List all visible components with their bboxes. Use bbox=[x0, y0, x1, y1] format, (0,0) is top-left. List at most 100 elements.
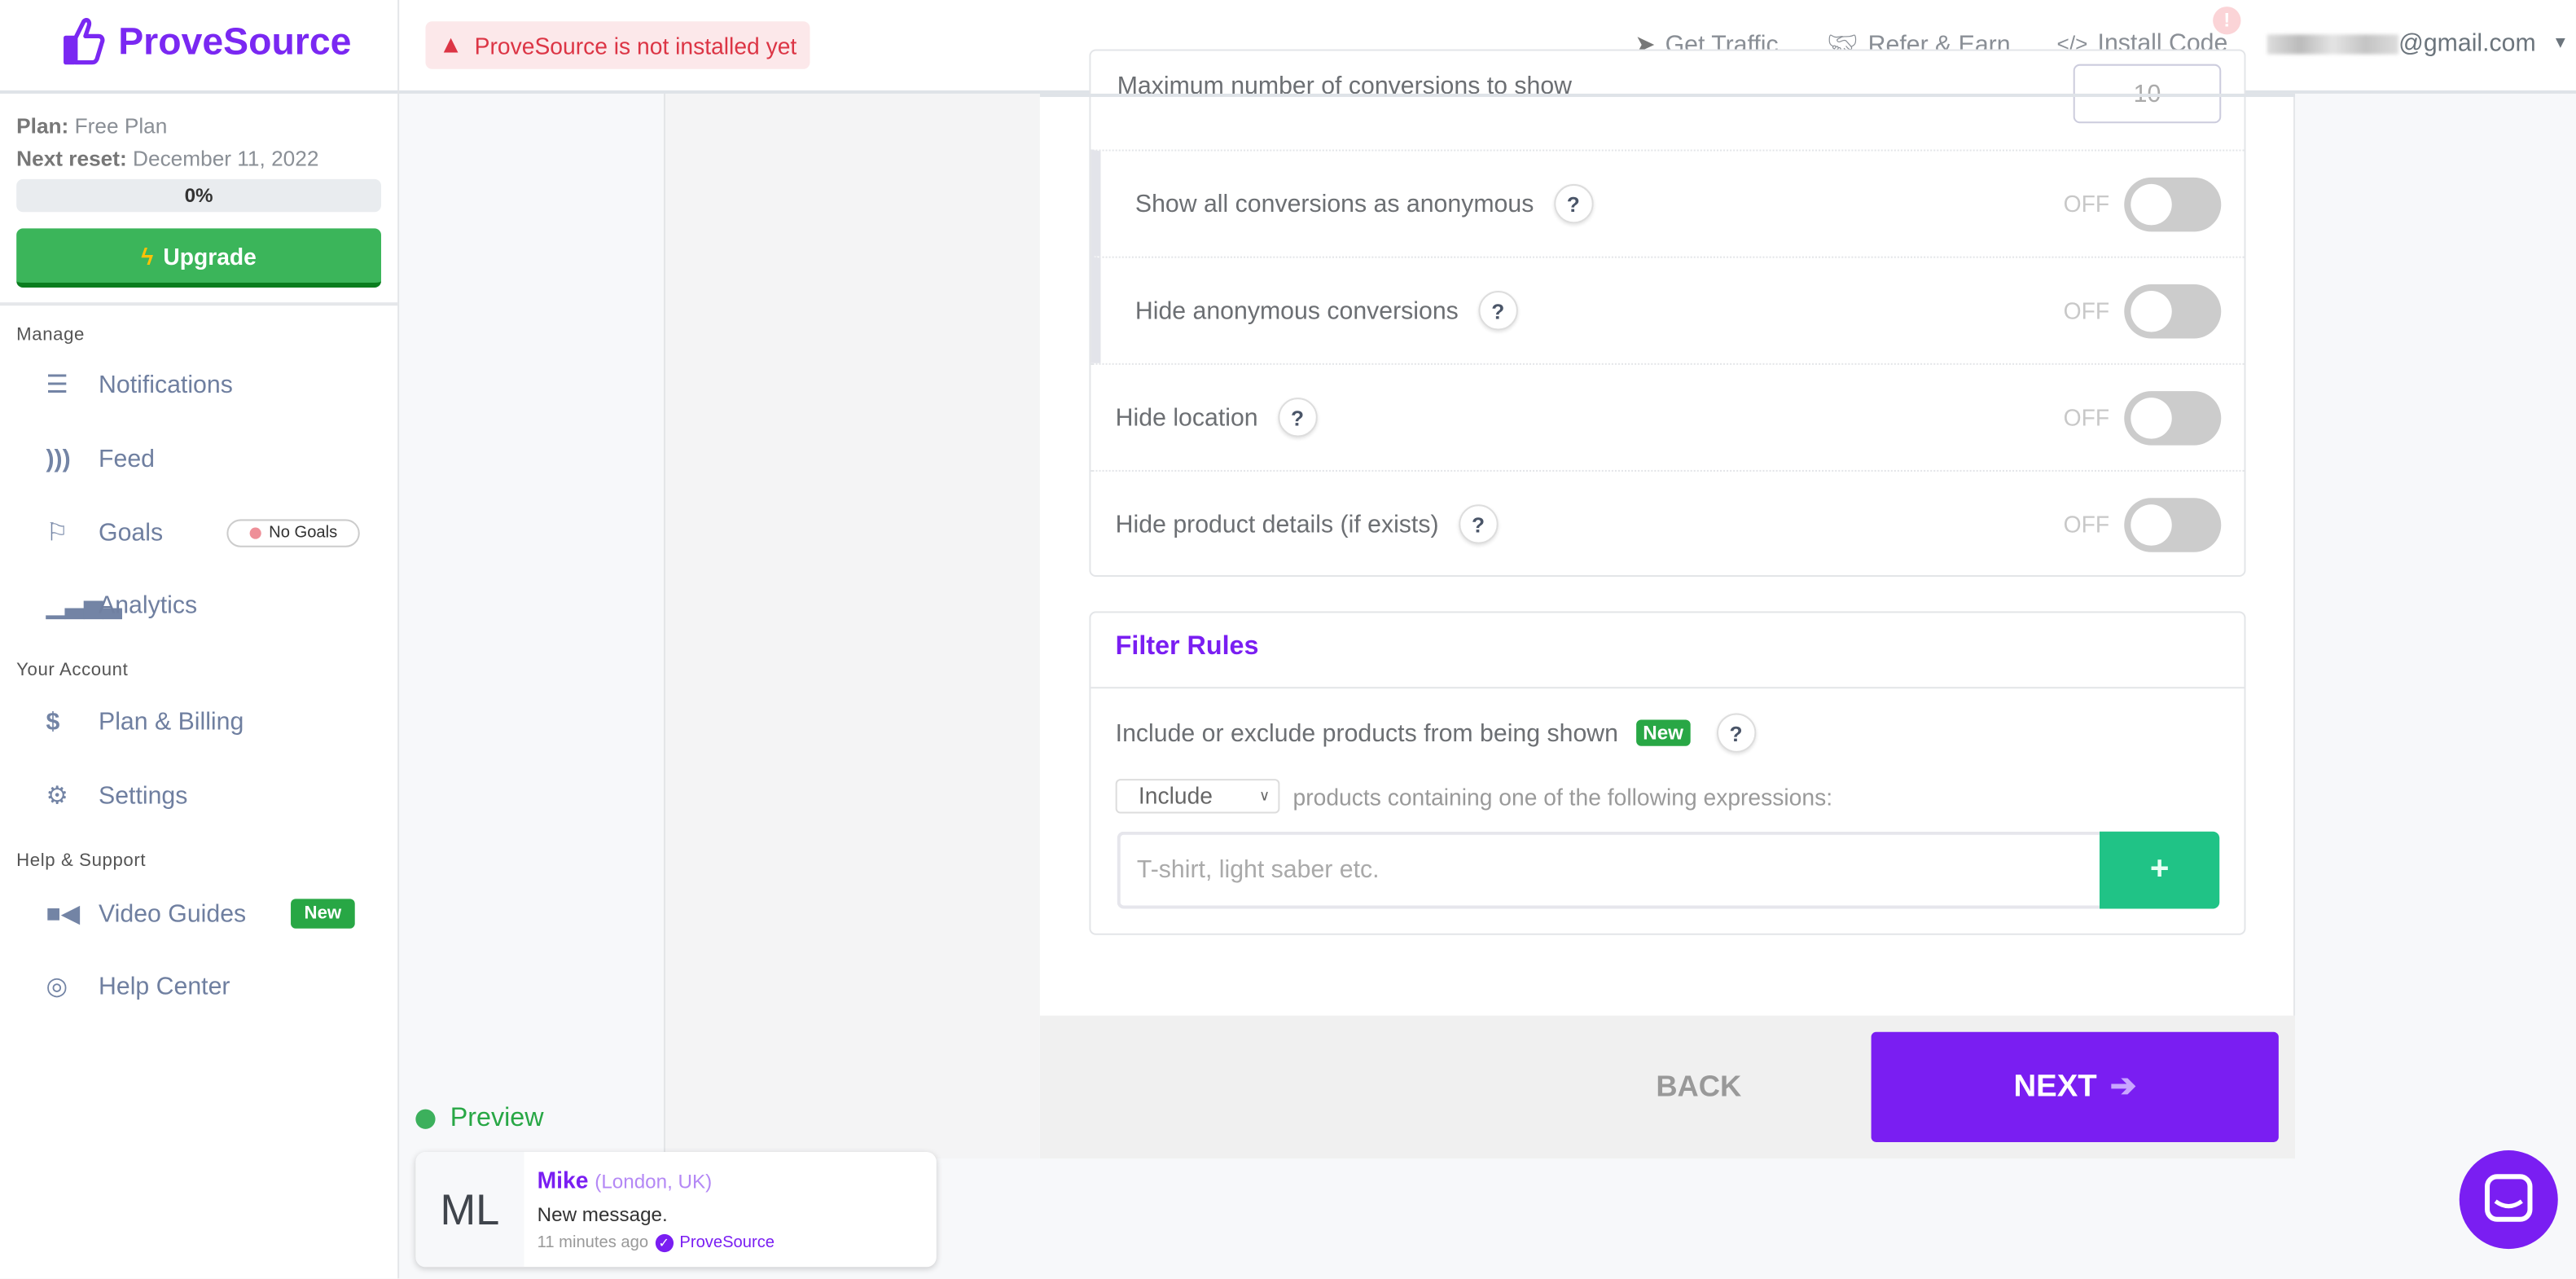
filter-description-row: Include or exclude products from being s… bbox=[1115, 713, 1756, 753]
item-label: Analytics bbox=[99, 591, 198, 619]
status-dot bbox=[248, 527, 261, 539]
select-value: Include bbox=[1138, 782, 1213, 809]
anonymous-toggle[interactable] bbox=[2124, 176, 2222, 231]
dollar-icon: $ bbox=[46, 707, 60, 736]
sidebar-item-goals[interactable]: ⚐ Goals No Goals bbox=[46, 508, 374, 557]
header-divider bbox=[397, 0, 400, 94]
toggle-row: Hide product details (if exists)? OFF bbox=[1091, 469, 2245, 577]
sidebar-item-feed[interactable]: ))) Feed bbox=[46, 434, 374, 484]
list-icon: ☰ bbox=[46, 371, 68, 400]
filter-description: Include or exclude products from being s… bbox=[1115, 719, 1618, 747]
header-shadow bbox=[1039, 93, 2296, 98]
toggle-state: OFF bbox=[2063, 190, 2110, 218]
sidebar-item-plan-billing[interactable]: $ Plan & Billing bbox=[46, 697, 374, 746]
verified-check-icon: ✓ bbox=[655, 1233, 674, 1253]
preview-label: Preview bbox=[415, 1104, 544, 1134]
add-expression-button[interactable]: + bbox=[2099, 831, 2220, 909]
sidebar-item-analytics[interactable]: ▁▃▅▃ Analytics bbox=[46, 580, 374, 630]
hide-location-toggle[interactable] bbox=[2124, 390, 2222, 445]
reset-info: Next reset: December 11, 2022 bbox=[16, 146, 319, 171]
section-manage: Manage bbox=[16, 325, 86, 345]
sidebar-item-settings[interactable]: ⚙ Settings bbox=[46, 771, 374, 820]
redacted-email bbox=[2267, 33, 2399, 54]
preview-text: Preview bbox=[450, 1104, 544, 1132]
wizard-steps-column bbox=[665, 93, 1040, 1159]
item-label: Goals bbox=[99, 518, 164, 547]
arrow-right-icon: ➔ bbox=[2109, 1070, 2136, 1105]
setting-label: Show all conversions as anonymous bbox=[1134, 189, 1534, 218]
item-label: Help Center bbox=[99, 972, 230, 1000]
no-goals-badge: No Goals bbox=[226, 519, 360, 547]
brand-name: ProveSource bbox=[118, 19, 352, 62]
toggle-row: Show all conversions as anonymous? OFF bbox=[1091, 149, 2245, 257]
column-divider bbox=[663, 93, 665, 1159]
help-icon[interactable]: ? bbox=[1458, 504, 1499, 544]
filter-rules-card: Filter Rules Include or exclude products… bbox=[1089, 611, 2246, 935]
expression-input[interactable]: T-shirt, light saber etc. bbox=[1117, 831, 2101, 909]
sidebar-item-help-center[interactable]: ◎ Help Center bbox=[46, 961, 374, 1011]
toggle-state: OFF bbox=[2063, 404, 2110, 431]
account-menu[interactable]: @gmail.com ▼ bbox=[2267, 29, 2569, 58]
notif-title: Mike (London, UK) bbox=[537, 1167, 713, 1193]
notif-message: New message. bbox=[537, 1202, 668, 1226]
sidebar-item-video-guides[interactable]: ■◀ Video Guides New bbox=[46, 889, 374, 938]
upgrade-label: Upgrade bbox=[163, 242, 257, 269]
setting-label: Hide product details (if exists) bbox=[1115, 510, 1439, 538]
sidebar-divider bbox=[0, 302, 398, 306]
chat-launcher-button[interactable] bbox=[2459, 1150, 2558, 1250]
upgrade-button[interactable]: ϟ Upgrade bbox=[16, 228, 381, 288]
back-button[interactable]: BACK bbox=[1656, 1070, 1741, 1104]
item-label: Notifications bbox=[99, 370, 233, 399]
new-badge: New bbox=[291, 899, 355, 929]
section-your-account: Your Account bbox=[16, 660, 129, 681]
caret-down-icon: ▼ bbox=[2552, 34, 2569, 53]
chat-icon bbox=[2485, 1174, 2533, 1222]
section-help-support: Help & Support bbox=[16, 850, 147, 872]
help-icon[interactable]: ? bbox=[1716, 713, 1756, 753]
warning-icon: ▲ bbox=[438, 31, 463, 59]
setting-label: Hide anonymous conversions bbox=[1134, 297, 1459, 325]
notif-meta: 11 minutes ago ✓ ProveSource bbox=[537, 1233, 775, 1253]
include-select[interactable]: Include ∨ bbox=[1115, 779, 1280, 814]
not-installed-alert[interactable]: ▲ ProveSource is not installed yet bbox=[425, 21, 810, 69]
help-icon[interactable]: ? bbox=[1277, 398, 1318, 437]
toggle-state: OFF bbox=[2063, 297, 2110, 324]
avatar: ML bbox=[415, 1152, 524, 1268]
sidebar: Plan: Free Plan Next reset: December 11,… bbox=[0, 93, 400, 1279]
input-placeholder: T-shirt, light saber etc. bbox=[1136, 855, 1380, 885]
notification-preview[interactable]: ML Mike (London, UK) New message. 11 min… bbox=[415, 1152, 937, 1268]
item-label: Video Guides bbox=[99, 899, 247, 928]
video-icon: ■◀ bbox=[46, 900, 81, 929]
conversion-settings-card: Maximum number of conversions to show 10… bbox=[1089, 49, 2246, 578]
chevron-down-icon: ∨ bbox=[1258, 787, 1270, 804]
gear-icon: ⚙ bbox=[46, 782, 68, 811]
select-suffix: products containing one of the following… bbox=[1292, 784, 1833, 811]
life-ring-icon: ◎ bbox=[46, 973, 68, 1001]
hide-anonymous-toggle[interactable] bbox=[2124, 283, 2222, 338]
setting-label: Hide location bbox=[1115, 403, 1258, 432]
help-icon[interactable]: ? bbox=[1553, 183, 1593, 224]
hide-product-toggle[interactable] bbox=[2124, 497, 2222, 552]
item-label: Plan & Billing bbox=[99, 707, 244, 736]
toggle-row: Hide location? OFF bbox=[1091, 363, 2245, 470]
help-icon[interactable]: ? bbox=[1478, 291, 1518, 331]
next-label: NEXT bbox=[2013, 1069, 2097, 1104]
usage-progress-bar: 0% bbox=[16, 178, 381, 213]
filter-rules-title: Filter Rules bbox=[1091, 613, 2245, 689]
item-label: Settings bbox=[99, 781, 188, 810]
status-dot bbox=[415, 1109, 436, 1129]
email-text: @gmail.com bbox=[2398, 29, 2536, 58]
max-conversions-row: Maximum number of conversions to show 10 bbox=[1091, 51, 2244, 150]
lightning-icon: ϟ bbox=[141, 242, 154, 269]
toggle-state: OFF bbox=[2063, 511, 2110, 538]
toggle-row: Hide anonymous conversions? OFF bbox=[1091, 256, 2245, 363]
flag-icon: ⚐ bbox=[46, 519, 68, 547]
bar-chart-icon: ▁▃▅▃ bbox=[46, 591, 122, 620]
sidebar-item-notifications[interactable]: ☰ Notifications bbox=[46, 360, 374, 410]
item-label: Feed bbox=[99, 444, 156, 472]
plan-info: Plan: Free Plan bbox=[16, 113, 168, 138]
logo[interactable]: ProveSource bbox=[63, 16, 352, 66]
rss-icon: ))) bbox=[46, 444, 71, 472]
install-warning-badge: ! bbox=[2213, 7, 2241, 35]
next-button[interactable]: NEXT ➔ bbox=[1871, 1031, 2279, 1142]
